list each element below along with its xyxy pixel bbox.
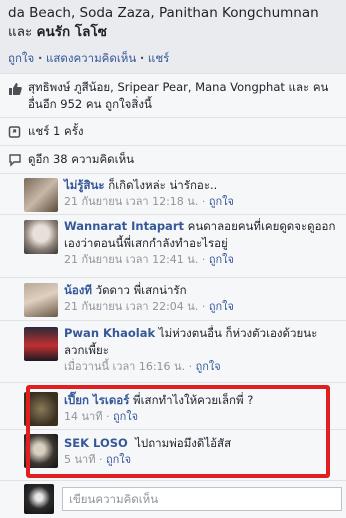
avatar <box>24 484 54 514</box>
comment-item: ไม่รู้สินะ ก็เกิดไงหล่ะ น่ารักอะ.. 21 กั… <box>0 174 346 215</box>
thumbs-up-icon <box>8 82 22 96</box>
comment-like-link[interactable]: ถูกใจ <box>209 253 234 266</box>
comment-input[interactable]: เขียนความคิดเห็น <box>62 487 342 511</box>
highlight-box <box>26 385 330 478</box>
comment-link[interactable]: แสดงความคิดเห็น <box>46 51 136 65</box>
names-line-1: da Beach, Soda Zaza, Panithan Kongchumna… <box>8 5 319 21</box>
view-more-comments-row[interactable]: ดูอีก 38 ความคิดเห็น <box>0 146 346 174</box>
comment-author[interactable]: น้องที <box>64 283 92 297</box>
avatar[interactable] <box>24 178 58 212</box>
comment-author[interactable]: Pwan Khaolak <box>64 326 155 340</box>
comment-input-row: เขียนความคิดเห็น <box>0 481 346 518</box>
action-separator: · <box>139 51 145 65</box>
likes-summary[interactable]: สุทธิพงษ์ ภูสีน้อย, Sripear Pear, Mana V… <box>28 79 338 113</box>
comment-time[interactable]: เมื่อวานนี้ เวลา 16:16 น. <box>64 360 185 373</box>
view-more-comments[interactable]: ดูอีก 38 ความคิดเห็น <box>28 151 338 168</box>
comment-time[interactable]: 21 กันยายน เวลา 12:18 น. <box>64 195 198 208</box>
comment-like-link[interactable]: ถูกใจ <box>209 195 234 208</box>
likes-row[interactable]: สุทธิพงษ์ ภูสีน้อย, Sripear Pear, Mana V… <box>0 73 346 118</box>
avatar[interactable] <box>24 283 58 317</box>
comment-time[interactable]: 21 กันยายน เวลา 12:41 น. <box>64 253 198 266</box>
comment-text: ก็เกิดไงหล่ะ น่ารักอะ.. <box>108 178 218 192</box>
comment-item: Pwan Khaolak ไม่ห่วงตนอื่น ก็ห่วงตัวเองด… <box>0 321 346 383</box>
comment-text: วัดดาว พี่เสกน่ารัก <box>95 283 187 297</box>
comment-bubble-icon <box>8 153 22 167</box>
comment-like-link[interactable]: ถูกใจ <box>209 300 234 313</box>
like-link[interactable]: ถูกใจ <box>8 51 34 65</box>
comment-like-link[interactable]: ถูกใจ <box>196 360 221 373</box>
liked-by-names: da Beach, Soda Zaza, Panithan Kongchumna… <box>8 4 344 42</box>
share-icon <box>8 125 22 139</box>
avatar[interactable] <box>24 220 58 254</box>
names-and: และ <box>8 24 33 40</box>
shares-count[interactable]: แชร์ 1 ครั้ง <box>28 123 338 140</box>
comment-item: Wannarat Intapart คนดาลอยคนที่เคยดูดจะดู… <box>0 215 346 278</box>
comment-item: น้องที วัดดาว พี่เสกน่ารัก 21 กันยายน เว… <box>0 278 346 321</box>
comment-time[interactable]: 21 กันยายน เวลา 22:04 น. <box>64 300 198 313</box>
shares-row[interactable]: แชร์ 1 ครั้ง <box>0 118 346 146</box>
facebook-post-view: da Beach, Soda Zaza, Panithan Kongchumna… <box>0 0 346 518</box>
comment-author[interactable]: ไม่รู้สินะ <box>64 178 105 192</box>
names-line-2[interactable]: คนรัก โลโซ <box>37 24 107 40</box>
share-link[interactable]: แชร์ <box>148 51 169 65</box>
action-separator: · <box>37 51 43 65</box>
post-actions: ถูกใจ · แสดงความคิดเห็น · แชร์ <box>8 50 169 68</box>
avatar[interactable] <box>24 327 58 361</box>
comment-author[interactable]: Wannarat Intapart <box>64 219 184 233</box>
